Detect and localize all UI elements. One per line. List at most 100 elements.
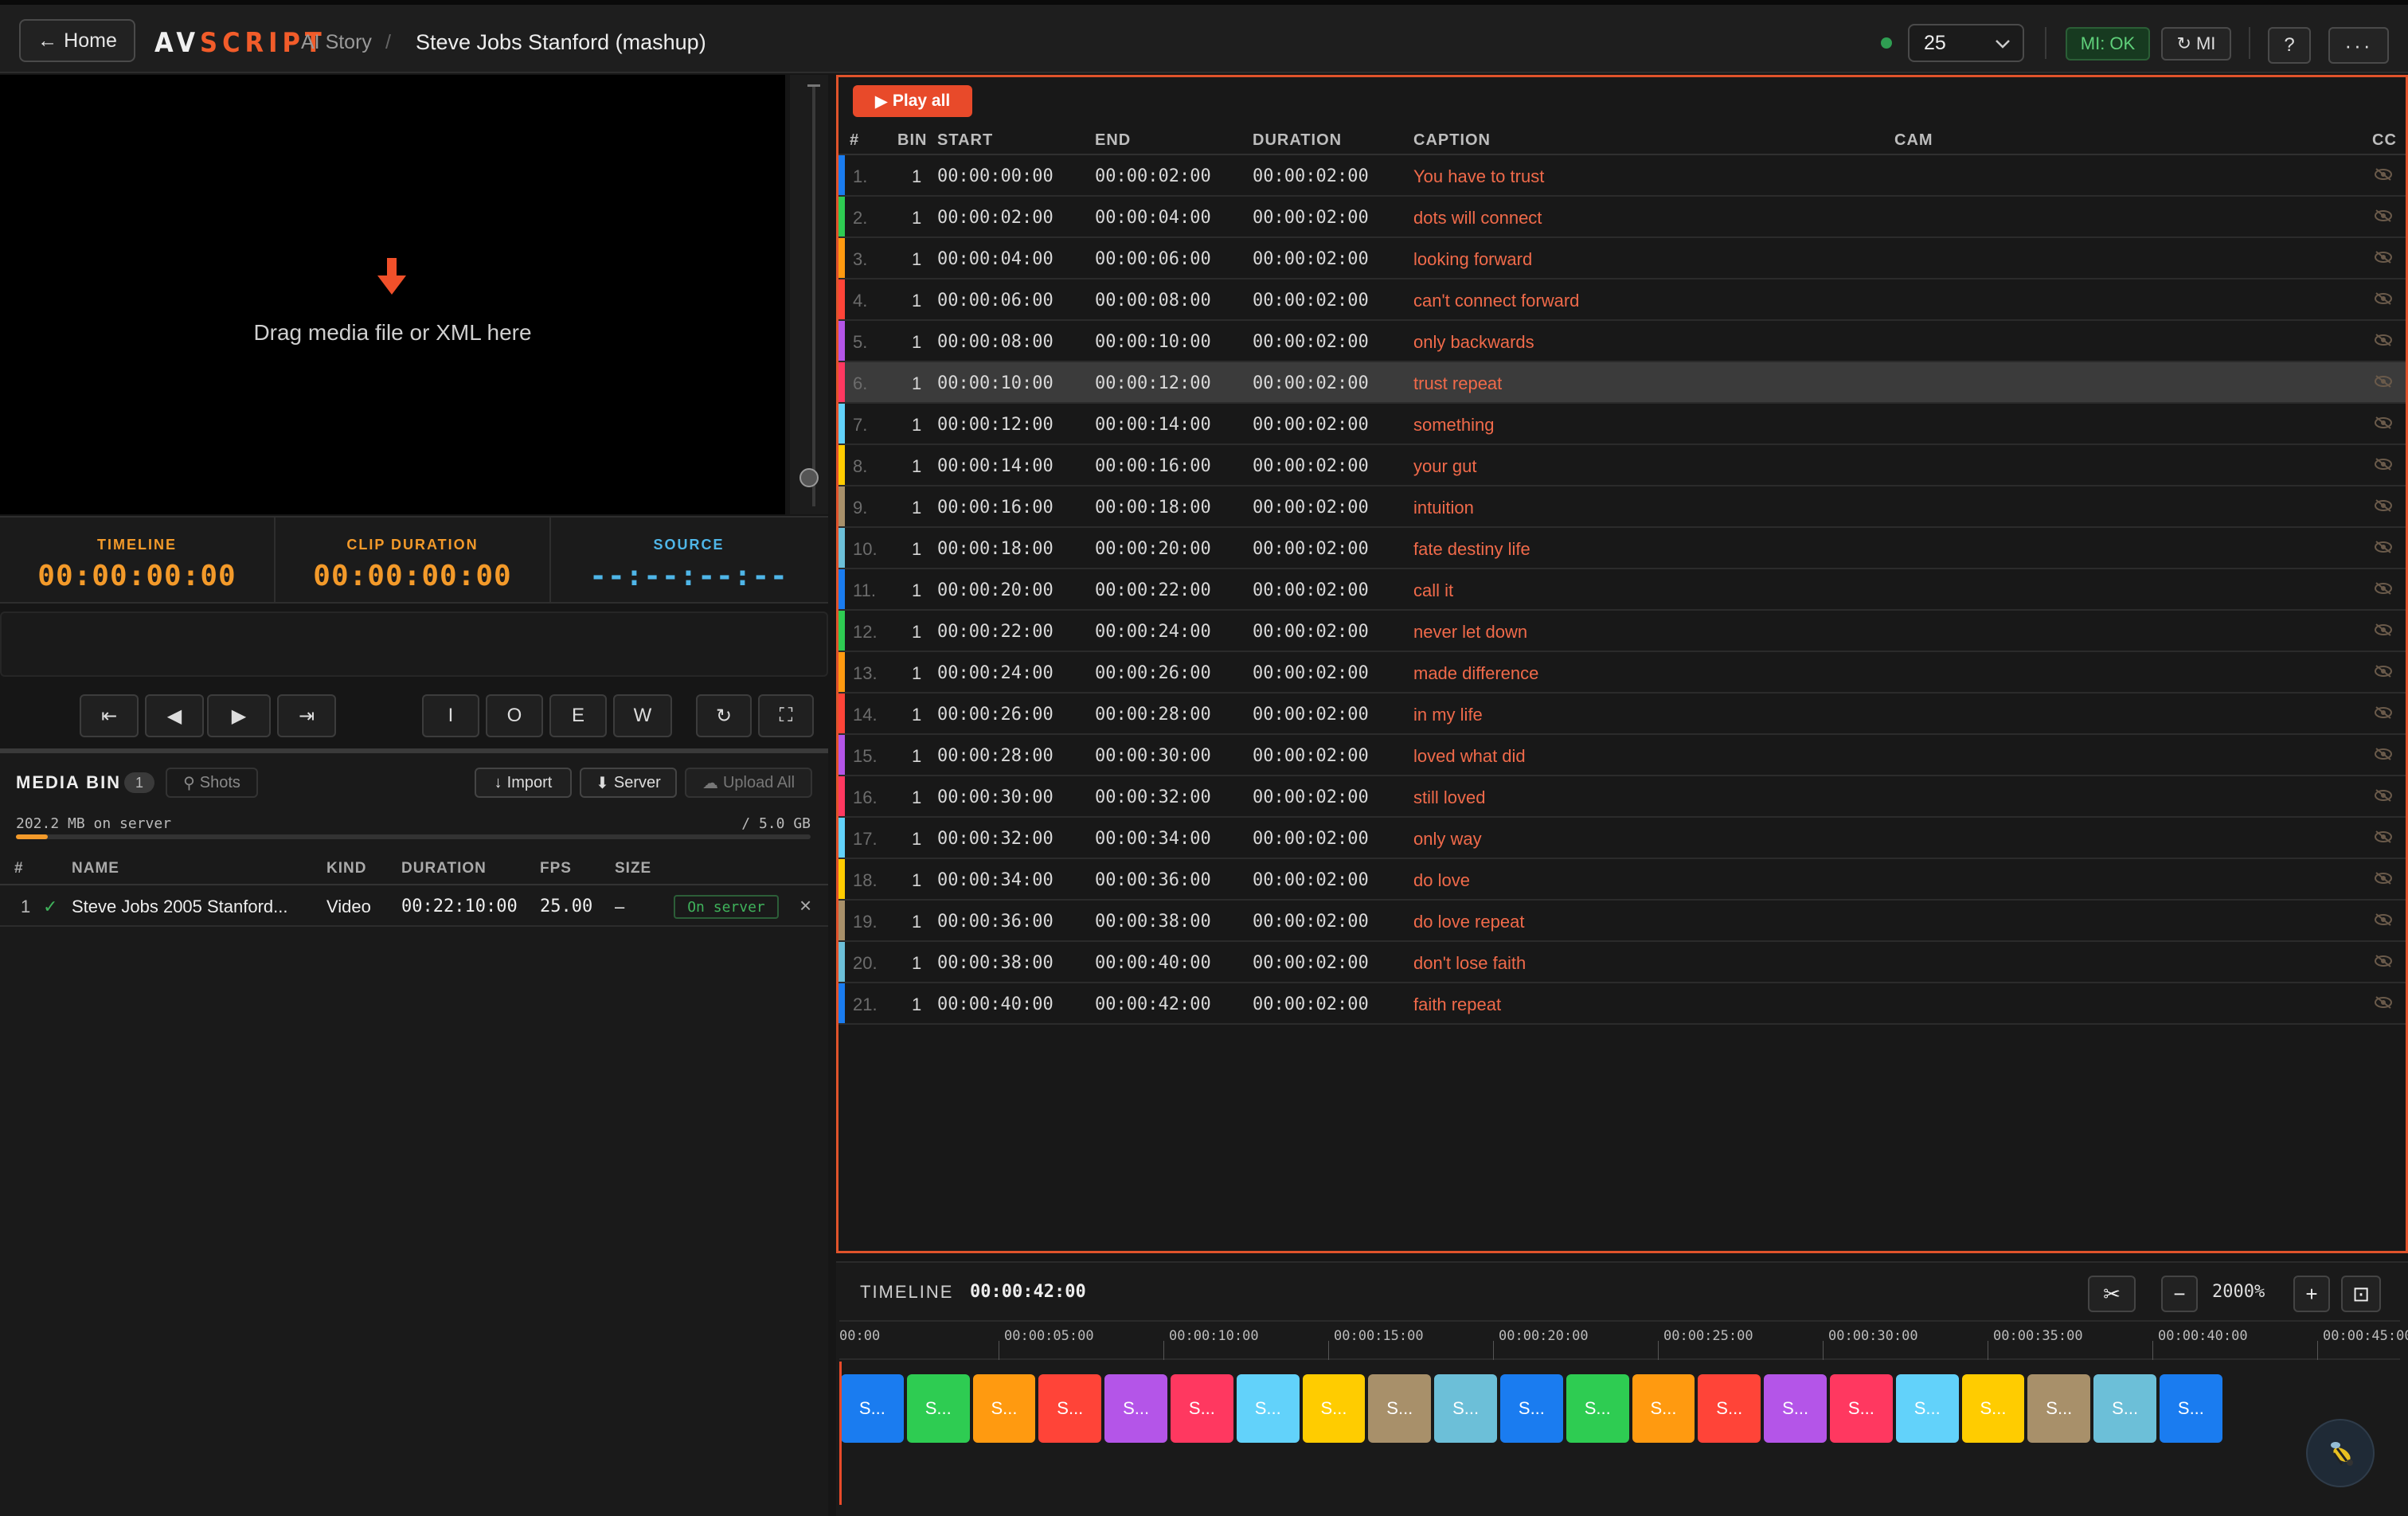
timeline-clip[interactable]: S...: [906, 1374, 970, 1443]
row-end[interactable]: 00:00:38:00: [1095, 912, 1211, 932]
eye-hidden-icon[interactable]: [2374, 208, 2393, 224]
row-caption[interactable]: dots will connect: [1413, 208, 1542, 229]
row-end[interactable]: 00:00:24:00: [1095, 622, 1211, 642]
eye-hidden-icon[interactable]: [2374, 622, 2393, 638]
row-start[interactable]: 00:00:14:00: [937, 456, 1054, 476]
row-end[interactable]: 00:00:32:00: [1095, 787, 1211, 807]
row-end[interactable]: 00:00:10:00: [1095, 332, 1211, 352]
viewer-side-scrollbar[interactable]: [790, 75, 828, 514]
play-button[interactable]: ▶: [207, 694, 271, 737]
timeline-clip[interactable]: S...: [1830, 1374, 1893, 1443]
caption-row[interactable]: 10. 1 00:00:18:00 00:00:20:00 00:00:02:00 fat…: [838, 528, 2406, 569]
timeline-clip[interactable]: S...: [1764, 1374, 1827, 1443]
eye-hidden-icon[interactable]: [2374, 953, 2393, 969]
row-start[interactable]: 00:00:08:00: [937, 332, 1054, 352]
timeline-clip[interactable]: S...: [2093, 1374, 2156, 1443]
row-end[interactable]: 00:00:06:00: [1095, 249, 1211, 269]
row-start[interactable]: 00:00:12:00: [937, 415, 1054, 435]
row-start[interactable]: 00:00:38:00: [937, 953, 1054, 973]
row-caption[interactable]: trust repeat: [1413, 373, 1502, 394]
eye-hidden-icon[interactable]: [2374, 829, 2393, 845]
row-end[interactable]: 00:00:16:00: [1095, 456, 1211, 476]
row-caption[interactable]: still loved: [1413, 787, 1485, 808]
row-caption[interactable]: faith repeat: [1413, 994, 1501, 1015]
timeline-clip[interactable]: S...: [1434, 1374, 1497, 1443]
eye-hidden-icon[interactable]: [2374, 539, 2393, 555]
row-start[interactable]: 00:00:00:00: [937, 166, 1054, 186]
timeline-clip[interactable]: S...: [1961, 1374, 2025, 1443]
caption-row[interactable]: 21. 1 00:00:40:00 00:00:42:00 00:00:02:00 fai…: [838, 983, 2406, 1025]
server-button[interactable]: ⬇ Server: [580, 768, 677, 798]
eye-hidden-icon[interactable]: [2374, 705, 2393, 721]
breadcrumb-section[interactable]: AI Story: [301, 31, 372, 54]
row-end[interactable]: 00:00:02:00: [1095, 166, 1211, 186]
mi-refresh-button[interactable]: ↻ MI: [2161, 27, 2231, 61]
fullscreen-button[interactable]: ⛶: [758, 694, 814, 737]
eye-hidden-icon[interactable]: [2374, 746, 2393, 762]
row-caption[interactable]: only way: [1413, 829, 1482, 850]
row-caption[interactable]: never let down: [1413, 622, 1527, 643]
row-caption[interactable]: something: [1413, 415, 1495, 436]
timeline-track[interactable]: S... S... S... S... S... S... S... S... S... S...…: [839, 1362, 2400, 1516]
row-start[interactable]: 00:00:22:00: [937, 622, 1054, 642]
caption-row[interactable]: 11. 1 00:00:20:00 00:00:22:00 00:00:02:00 cal…: [838, 569, 2406, 611]
shots-button[interactable]: ⚲ Shots: [166, 768, 258, 798]
row-end[interactable]: 00:00:34:00: [1095, 829, 1211, 849]
import-button[interactable]: ↓ Import: [475, 768, 572, 798]
row-start[interactable]: 00:00:06:00: [937, 291, 1054, 311]
timeline-ruler[interactable]: 00:00 00:00:05:00 00:00:10:00 00:00:15:00 00…: [839, 1320, 2408, 1360]
caption-row[interactable]: 6. 1 00:00:10:00 00:00:12:00 00:00:02:00 trus…: [838, 362, 2406, 404]
timeline-clip[interactable]: S...: [2027, 1374, 2091, 1443]
eye-hidden-icon[interactable]: [2374, 498, 2393, 514]
row-start[interactable]: 00:00:34:00: [937, 870, 1054, 890]
media-bin-row[interactable]: 1 ✓ Steve Jobs 2005 Stanford... Video 00…: [0, 885, 828, 927]
zoom-out-button[interactable]: −: [2161, 1276, 2198, 1312]
video-viewer-dropzone[interactable]: Drag media file or XML here: [0, 75, 785, 514]
row-start[interactable]: 00:00:04:00: [937, 249, 1054, 269]
mark-out-button[interactable]: O: [486, 694, 543, 737]
zoom-in-button[interactable]: +: [2293, 1276, 2330, 1312]
timeline-clip[interactable]: S...: [1698, 1374, 1761, 1443]
volume-knob-icon[interactable]: [799, 468, 819, 487]
row-end[interactable]: 00:00:14:00: [1095, 415, 1211, 435]
eye-hidden-icon[interactable]: [2374, 332, 2393, 348]
eye-hidden-icon[interactable]: [2374, 870, 2393, 886]
timeline-clip[interactable]: S...: [1236, 1374, 1300, 1443]
step-back-button[interactable]: ◀: [145, 694, 204, 737]
timeline-clip[interactable]: S...: [972, 1374, 1036, 1443]
caption-row[interactable]: 8. 1 00:00:14:00 00:00:16:00 00:00:02:00 your…: [838, 445, 2406, 486]
timeline-clip[interactable]: S...: [1632, 1374, 1695, 1443]
eye-hidden-icon[interactable]: [2374, 912, 2393, 928]
row-start[interactable]: 00:00:28:00: [937, 746, 1054, 766]
row-caption[interactable]: do love repeat: [1413, 912, 1524, 932]
timeline-clip[interactable]: S...: [1171, 1374, 1233, 1443]
caption-row[interactable]: 19. 1 00:00:36:00 00:00:38:00 00:00:02:00 do …: [838, 901, 2406, 942]
row-start[interactable]: 00:00:40:00: [937, 994, 1054, 1014]
fps-select[interactable]: 25: [1908, 24, 2024, 62]
row-end[interactable]: 00:00:26:00: [1095, 663, 1211, 683]
eye-hidden-icon[interactable]: [2374, 291, 2393, 307]
row-start[interactable]: 00:00:26:00: [937, 705, 1054, 725]
eye-hidden-icon[interactable]: [2374, 663, 2393, 679]
caption-row[interactable]: 4. 1 00:00:06:00 00:00:08:00 00:00:02:00 can'…: [838, 279, 2406, 321]
row-end[interactable]: 00:00:30:00: [1095, 746, 1211, 766]
row-caption[interactable]: can't connect forward: [1413, 291, 1579, 311]
row-caption[interactable]: only backwards: [1413, 332, 1534, 353]
row-caption[interactable]: in my life: [1413, 705, 1483, 725]
loop-button[interactable]: ↻: [696, 694, 752, 737]
timeline-clip[interactable]: S...: [1104, 1374, 1167, 1443]
more-menu-button[interactable]: ···: [2328, 27, 2389, 64]
row-start[interactable]: 00:00:30:00: [937, 787, 1054, 807]
row-start[interactable]: 00:00:36:00: [937, 912, 1054, 932]
row-end[interactable]: 00:00:36:00: [1095, 870, 1211, 890]
scrub-bar[interactable]: [0, 611, 828, 677]
row-end[interactable]: 00:00:22:00: [1095, 580, 1211, 600]
cut-button[interactable]: ✂: [2088, 1276, 2136, 1312]
w-button[interactable]: W: [613, 694, 672, 737]
caption-row[interactable]: 16. 1 00:00:30:00 00:00:32:00 00:00:02:00 sti…: [838, 776, 2406, 818]
home-button[interactable]: ← Home: [19, 19, 135, 62]
mark-in-button[interactable]: I: [422, 694, 479, 737]
eye-hidden-icon[interactable]: [2374, 787, 2393, 803]
eye-hidden-icon[interactable]: [2374, 994, 2393, 1010]
caption-row[interactable]: 1. 1 00:00:00:00 00:00:02:00 00:00:02:00 You …: [838, 155, 2406, 197]
